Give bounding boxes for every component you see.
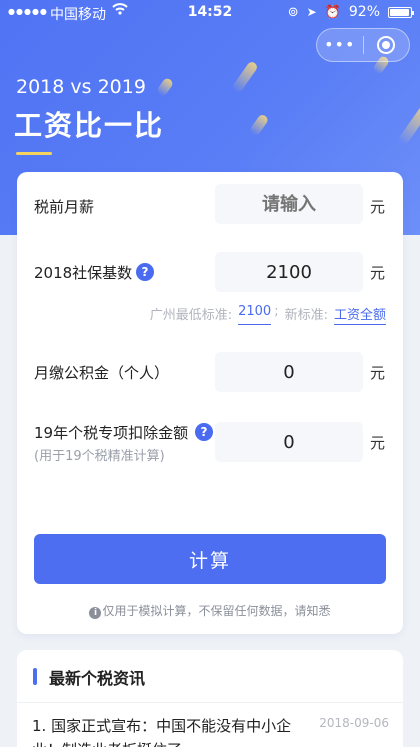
- new-standard-link[interactable]: 工资全额: [333, 304, 386, 325]
- deduction-input[interactable]: [215, 422, 363, 462]
- location-icon: ➤: [306, 5, 317, 19]
- min-standard-link[interactable]: 2100: [238, 304, 272, 325]
- info-icon: i: [89, 607, 102, 619]
- close-miniprogram-button[interactable]: [363, 36, 409, 54]
- decor-streak: [231, 60, 259, 94]
- housing-fund-unit: 元: [370, 364, 386, 382]
- battery-percent: 92%: [348, 4, 380, 20]
- new-standard-label: 新标准:: [284, 308, 328, 323]
- news-item-date: 2018-09-06: [319, 716, 389, 730]
- page-subtitle: 2018 vs 2019: [16, 76, 146, 98]
- social-base-unit: 元: [370, 264, 386, 282]
- deduction-hint: (用于19个税精准计算): [34, 449, 165, 464]
- decor-streak: [397, 104, 420, 146]
- decor-streak: [248, 113, 270, 137]
- orientation-lock-icon: ⊚: [287, 4, 299, 20]
- close-circle-icon: [377, 36, 396, 54]
- housing-fund-label: 月缴公积金（个人）: [34, 364, 170, 382]
- title-underline: [16, 152, 52, 155]
- news-section-title: 最新个税资讯: [49, 669, 146, 688]
- news-section: 最新个税资讯 1. 国家正式宣布：中国不能没有中小企业！制造业老板挺住了 201…: [17, 650, 403, 747]
- standard-hint: 广州最低标准: 2100 ; 新标准: 工资全额: [150, 304, 386, 325]
- salary-unit: 元: [370, 198, 386, 216]
- news-item-title[interactable]: 1. 国家正式宣布：中国不能没有中小企业！制造业老板挺住了: [32, 714, 312, 747]
- battery-icon: [388, 6, 414, 18]
- calculate-button[interactable]: 计算: [34, 534, 386, 584]
- privacy-notice: i 仅用于模拟计算，不保留任何数据，请知悉: [17, 602, 403, 619]
- more-menu-icon[interactable]: •••: [317, 28, 363, 62]
- deduction-unit: 元: [370, 434, 386, 452]
- salary-label: 税前月薪: [34, 198, 95, 216]
- salary-input[interactable]: [215, 184, 363, 224]
- standard-separator: ;: [274, 304, 279, 319]
- calculator-card: 税前月薪 元 2018社保基数 ? 元 广州最低标准: 2100 ; 新标准: …: [17, 172, 403, 634]
- social-base-label: 2018社保基数: [34, 264, 133, 282]
- page-title: 工资比一比: [14, 109, 165, 142]
- miniprogram-capsule: •••: [316, 28, 410, 62]
- social-base-help-icon[interactable]: ?: [136, 263, 154, 281]
- decor-streak: [155, 76, 175, 98]
- min-standard-label: 广州最低标准:: [149, 308, 233, 323]
- deduction-help-icon[interactable]: ?: [195, 423, 213, 441]
- alarm-icon: ⏰: [324, 4, 341, 20]
- privacy-notice-text: 仅用于模拟计算，不保留任何数据，请知悉: [102, 604, 331, 618]
- housing-fund-input[interactable]: [215, 352, 363, 392]
- social-base-input[interactable]: [215, 252, 363, 292]
- section-marker: [33, 668, 37, 685]
- deduction-label: 19年个税专项扣除金额: [34, 424, 189, 442]
- status-bar: ●●●●● 中国移动 14:52 ⊚ ➤ ⏰ 92%: [0, 0, 420, 24]
